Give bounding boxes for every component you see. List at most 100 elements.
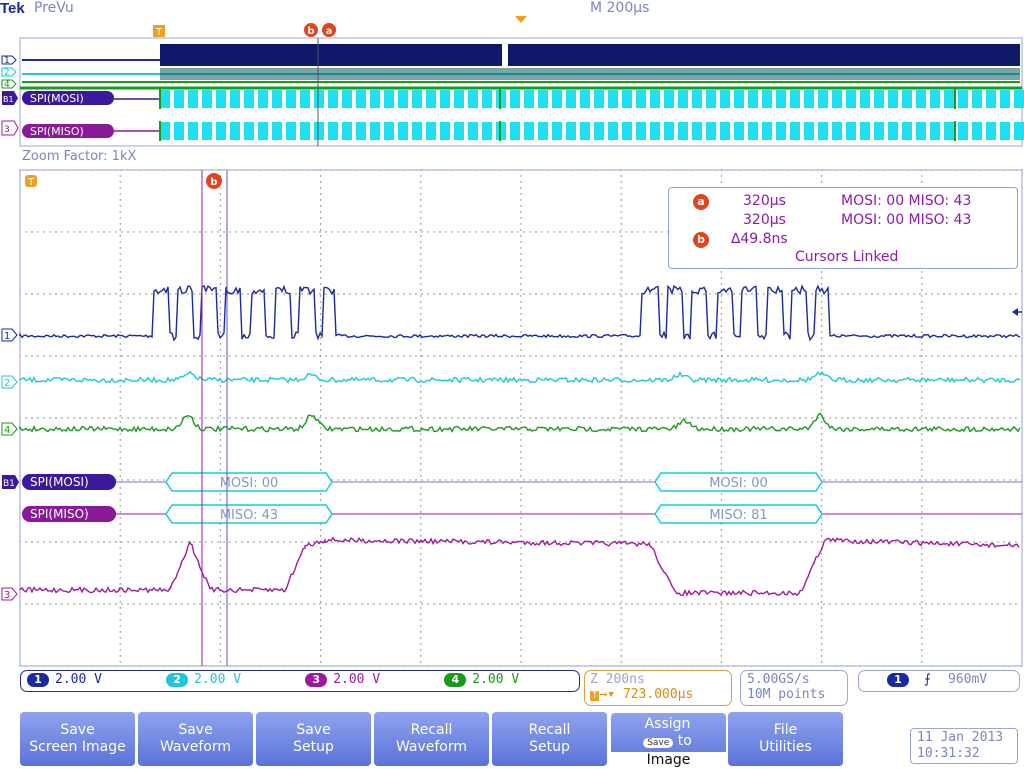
- ch2-scale[interactable]: 2.00 V: [194, 672, 294, 687]
- grid-dot: [119, 619, 121, 621]
- grid-dot: [219, 313, 222, 315]
- grid-dot: [115, 231, 117, 233]
- grid-dot: [943, 479, 945, 481]
- grid-dot: [820, 313, 823, 315]
- grid-dot: [607, 293, 609, 295]
- grid-dot: [319, 325, 322, 327]
- recall-setup-button[interactable]: Recall Setup: [492, 712, 607, 766]
- grid-dot: [529, 293, 531, 295]
- overview-bus-gap: [170, 122, 174, 140]
- grid-dot: [487, 603, 489, 605]
- grid-dot: [577, 355, 579, 357]
- grid-dot: [219, 403, 222, 405]
- grid-dot: [921, 595, 923, 597]
- overview-bus-packet: [1014, 122, 1024, 140]
- grid-dot: [520, 553, 522, 555]
- grid-dot: [520, 325, 522, 327]
- grid-dot: [319, 373, 322, 375]
- grid-dot: [835, 603, 837, 605]
- bus-label-mosi[interactable]: B1 SPI(MOSI): [2, 474, 116, 490]
- grid-dot: [595, 603, 597, 605]
- grid-dot: [553, 479, 555, 481]
- overview-channel-markers: 1 2 4: [1, 55, 17, 90]
- grid-dot: [601, 293, 603, 295]
- channel-marker-4[interactable]: 4: [1, 422, 18, 436]
- ch4-badge[interactable]: 4: [444, 673, 467, 687]
- overview-bus-packet: [804, 122, 814, 140]
- grid-dot: [649, 231, 651, 233]
- save-setup-button[interactable]: Save Setup: [256, 712, 371, 766]
- grid-dot: [295, 603, 297, 605]
- trigger-readout[interactable]: 1 ⨍ 960mV: [858, 670, 1020, 692]
- grid-dot: [205, 231, 207, 233]
- grid-dot: [420, 175, 422, 177]
- grid-dot: [720, 175, 723, 177]
- scope-display[interactable]: T b a 1 2 4 B1 SPI(MOSI) 3 SPI(MISO) T b…: [0, 0, 1024, 768]
- grid-dot: [520, 349, 522, 351]
- grid-dot: [119, 253, 121, 255]
- grid-dot: [620, 247, 622, 249]
- grid-dot: [420, 451, 422, 453]
- grid-dot: [937, 417, 939, 419]
- channel-marker-3[interactable]: 3: [1, 587, 18, 601]
- grid-dot: [420, 199, 422, 201]
- channel-marker-1[interactable]: 1: [1, 328, 18, 342]
- save-waveform-button[interactable]: Save Waveform: [138, 712, 253, 766]
- grid-dot: [219, 649, 222, 651]
- overview-bus-gap: [996, 90, 1000, 108]
- grid-dot: [265, 603, 267, 605]
- ch4-scale[interactable]: 2.00 V: [472, 672, 519, 687]
- grid-dot: [1015, 417, 1017, 419]
- grid-dot: [637, 231, 639, 233]
- ch1-scale[interactable]: 2.00 V: [55, 672, 155, 687]
- grid-dot: [439, 231, 441, 233]
- grid-dot: [921, 589, 923, 591]
- grid-dot: [219, 319, 222, 321]
- grid-dot: [37, 293, 39, 295]
- ch1-badge[interactable]: 1: [27, 673, 49, 687]
- grid-dot: [319, 403, 322, 405]
- overview-bus-label-mosi[interactable]: B1 SPI(MOSI): [2, 91, 114, 105]
- ch3-badge[interactable]: 3: [305, 673, 328, 687]
- recall-waveform-button[interactable]: Recall Waveform: [374, 712, 489, 766]
- overview-bus-packet: [454, 90, 464, 108]
- overview-bus-gap: [450, 122, 454, 140]
- grid-dot: [355, 417, 357, 419]
- channel-marker-2[interactable]: 2: [1, 375, 18, 389]
- grid-dot: [187, 231, 189, 233]
- grid-dot: [799, 355, 801, 357]
- ch2-badge[interactable]: 2: [166, 673, 189, 687]
- grid-dot: [219, 595, 222, 597]
- grid-dot: [921, 559, 923, 561]
- grid-dot: [420, 271, 422, 273]
- grid-dot: [119, 487, 121, 489]
- grid-dot: [520, 577, 522, 579]
- acquisition-readout[interactable]: 5.00GS/s 10M points: [740, 670, 848, 706]
- channel-scale-readout[interactable]: 1 2.00 V 2 2.00 V 3 2.00 V 4 2.00 V: [20, 670, 580, 692]
- save-screen-image-button[interactable]: Save Screen Image: [20, 712, 135, 766]
- ch3-scale[interactable]: 2.00 V: [333, 672, 433, 687]
- grid-dot: [913, 479, 915, 481]
- grid-dot: [25, 355, 27, 357]
- overview-bus-label-miso[interactable]: 3 SPI(MISO): [1, 120, 114, 138]
- bus-label-miso[interactable]: SPI(MISO): [22, 506, 116, 522]
- grid-dot: [145, 355, 147, 357]
- record-length: 10M points: [747, 687, 826, 702]
- cursor-readout-panel[interactable]: a 320µs MOSI: 00 MISO: 43 320µs MOSI: 00…: [668, 187, 1018, 269]
- grid-dot: [409, 603, 411, 605]
- grid-dot: [517, 603, 519, 605]
- cursor-b-badge: b: [693, 232, 709, 248]
- grid-dot: [427, 479, 429, 481]
- grid-dot: [319, 355, 321, 357]
- assign-save-button[interactable]: Assign Save to Image: [610, 712, 726, 769]
- grid-dot: [535, 417, 537, 419]
- zoom-time-readout[interactable]: Z 200ns T →▾ 723.000µs: [584, 670, 732, 706]
- grid-dot: [43, 603, 45, 605]
- grid-dot: [373, 293, 375, 295]
- grid-dot: [745, 355, 747, 357]
- grid-dot: [847, 603, 849, 605]
- file-utilities-button[interactable]: File Utilities: [728, 712, 843, 766]
- grid-dot: [445, 603, 447, 605]
- grid-dot: [307, 355, 309, 357]
- grid-dot: [355, 479, 357, 481]
